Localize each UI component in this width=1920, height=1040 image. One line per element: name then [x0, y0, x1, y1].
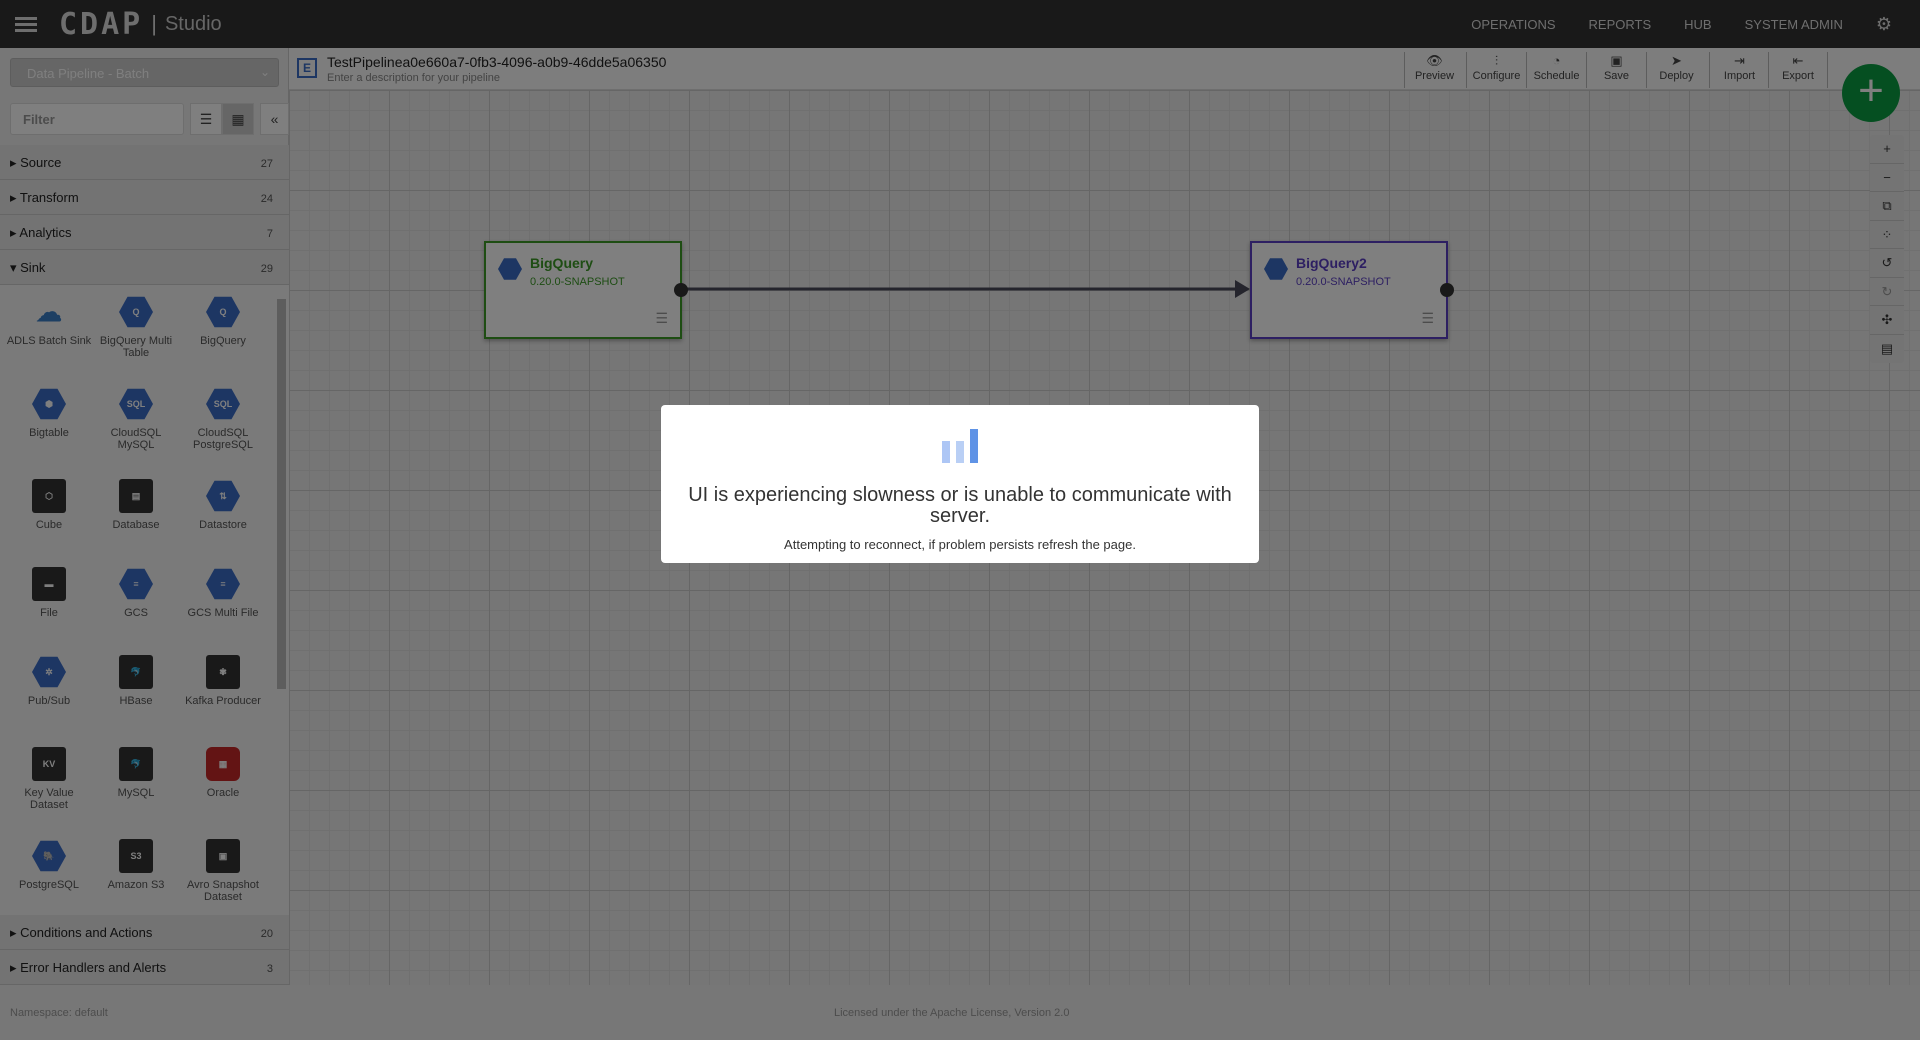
modal-subtext: Attempting to reconnect, if problem pers… — [784, 537, 1136, 552]
connection-lost-modal: UI is experiencing slowness or is unable… — [661, 405, 1259, 563]
modal-message: UI is experiencing slowness or is unable… — [688, 484, 1232, 527]
loading-bars-icon — [940, 429, 980, 467]
